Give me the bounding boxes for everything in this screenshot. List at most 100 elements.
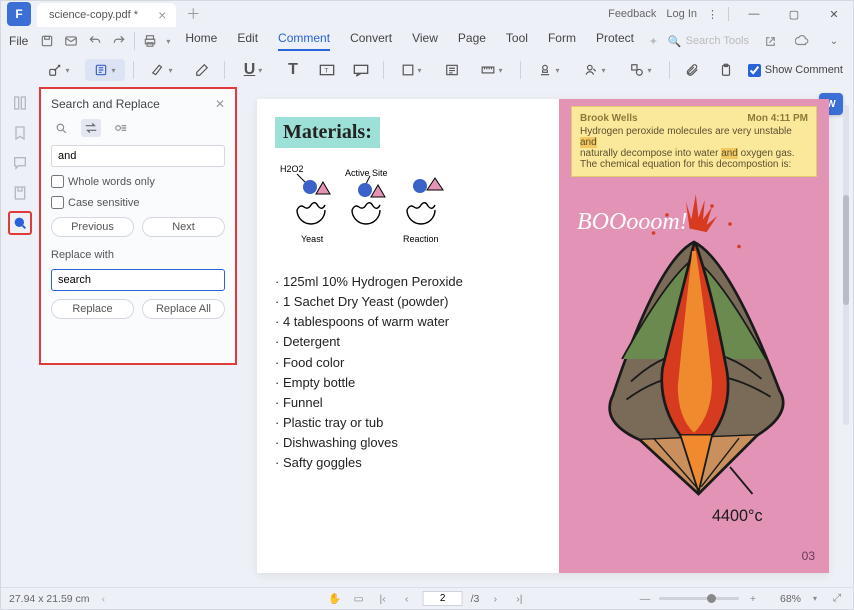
select-tool-icon[interactable]: ▭ (351, 593, 367, 605)
menu-edit[interactable]: Edit (237, 31, 258, 51)
page-right: Brook Wells Mon 4:11 PM Hydrogen peroxid… (559, 99, 829, 573)
mode-search-icon[interactable] (51, 119, 71, 137)
prev-page-icon[interactable]: ‹ (399, 593, 415, 605)
zoom-dropdown-icon[interactable]: ▾ (807, 594, 823, 603)
close-tab-icon[interactable]: × (158, 8, 166, 22)
print-dropdown-icon[interactable]: ▾ (163, 30, 173, 52)
kebab-icon[interactable]: ⋮ (707, 8, 718, 21)
menu-form[interactable]: Form (548, 31, 576, 51)
fit-width-icon[interactable]: ⤢ (829, 592, 845, 605)
case-sensitive-checkbox[interactable] (51, 196, 64, 209)
menu-protect[interactable]: Protect (596, 31, 634, 51)
zoom-thumb[interactable] (707, 594, 716, 603)
list-item: · 4 tablespoons of warm water (275, 312, 545, 332)
tool-text[interactable]: T (279, 59, 307, 81)
replace-all-button[interactable]: Replace All (142, 299, 225, 319)
tool-attach[interactable] (678, 59, 706, 81)
main-area: Search and Replace ✕ Whole words only Ca… (1, 85, 853, 587)
zoom-slider[interactable] (659, 597, 739, 600)
add-tab-icon[interactable]: ＋ (186, 4, 200, 24)
feedback-link[interactable]: Feedback (608, 8, 656, 20)
canvas-wrap: W Materials: H2O2 Yeast (237, 85, 853, 587)
menu-convert[interactable]: Convert (350, 31, 392, 51)
tool-sign[interactable]: ▾ (575, 59, 615, 81)
search-replace-panel: Search and Replace ✕ Whole words only Ca… (39, 87, 237, 365)
menu-home[interactable]: Home (185, 31, 217, 51)
rail-comments-icon[interactable] (8, 151, 32, 175)
status-bar: 27.94 x 21.59 cm ‹ ✋ ▭ |‹ ‹ /3 › ›| — + … (1, 587, 853, 609)
cloud-icon[interactable] (791, 30, 813, 52)
menu-view[interactable]: View (412, 31, 438, 51)
list-item: · Empty bottle (275, 373, 545, 393)
menu-page[interactable]: Page (458, 31, 486, 51)
save-icon[interactable] (36, 30, 58, 52)
svg-text:Yeast: Yeast (301, 234, 324, 244)
panel-close-icon[interactable]: ✕ (215, 97, 225, 111)
find-input[interactable] (51, 145, 225, 167)
scrollbar[interactable] (843, 105, 849, 425)
menubar: File ▾ Home Edit Comment Convert View Page Too… (1, 27, 853, 55)
mode-replace-icon[interactable] (81, 119, 101, 137)
close-window-icon[interactable]: ✕ (819, 3, 849, 25)
whole-words-checkbox[interactable] (51, 175, 64, 188)
replace-input[interactable] (51, 269, 225, 291)
whole-words-label: Whole words only (68, 176, 155, 188)
tool-underline[interactable]: U▾ (233, 59, 273, 81)
label-h2o2: H2O2 (280, 164, 304, 174)
tool-shapes2[interactable]: ▾ (621, 59, 661, 81)
tool-callout[interactable] (347, 59, 375, 81)
hand-tool-icon[interactable]: ✋ (327, 592, 343, 605)
chevron-left-icon[interactable]: ‹ (102, 593, 106, 605)
previous-button[interactable]: Previous (51, 217, 134, 237)
tool-clipboard[interactable] (712, 59, 740, 81)
tool-highlight[interactable]: ▾ (142, 59, 182, 81)
scroll-thumb[interactable] (843, 195, 849, 305)
share-link-icon[interactable] (759, 30, 781, 52)
undo-icon[interactable] (84, 30, 106, 52)
tool-note[interactable]: ▾ (85, 59, 125, 81)
page-number: 03 (802, 549, 815, 563)
tool-cursor[interactable]: ▾ (39, 59, 79, 81)
zoom-out-icon[interactable]: — (637, 593, 653, 605)
tool-measure[interactable]: ▾ (472, 59, 512, 81)
mode-advanced-icon[interactable] (111, 119, 131, 137)
next-button[interactable]: Next (142, 217, 225, 237)
menu-tool[interactable]: Tool (506, 31, 528, 51)
search-tools-input[interactable]: Search Tools (686, 35, 749, 47)
document-canvas[interactable]: Materials: H2O2 Yeast Active Site (257, 99, 829, 573)
tool-eraser[interactable] (188, 59, 216, 81)
list-item: · Plastic tray or tub (275, 413, 545, 433)
replace-button[interactable]: Replace (51, 299, 134, 319)
menu-comment[interactable]: Comment (278, 31, 330, 51)
zoom-in-icon[interactable]: + (745, 593, 761, 605)
rail-attachments-icon[interactable] (8, 181, 32, 205)
sticky-note[interactable]: Brook Wells Mon 4:11 PM Hydrogen peroxid… (571, 106, 817, 177)
maximize-icon[interactable]: ▢ (779, 3, 809, 25)
print-icon[interactable] (139, 30, 161, 52)
page-input[interactable] (423, 591, 463, 606)
document-tab[interactable]: science-copy.pdf * × (37, 3, 176, 27)
tool-textbox[interactable]: T (313, 59, 341, 81)
last-page-icon[interactable]: ›| (511, 593, 527, 605)
next-page-icon[interactable]: › (487, 593, 503, 605)
first-page-icon[interactable]: |‹ (375, 593, 391, 605)
sticky-time: Mon 4:11 PM (747, 113, 808, 124)
file-menu[interactable]: File (9, 34, 28, 48)
reaction-diagram: H2O2 Yeast Active Site (275, 160, 545, 252)
rail-thumbnails-icon[interactable] (8, 91, 32, 115)
minimize-icon[interactable]: — (739, 3, 769, 25)
rail-bookmarks-icon[interactable] (8, 121, 32, 145)
magic-wand-icon[interactable]: ✦ (649, 35, 658, 48)
show-comment-checkbox[interactable] (748, 64, 761, 77)
tool-stamp[interactable]: ▾ (529, 59, 569, 81)
search-tools-icon: 🔍 (668, 35, 682, 48)
login-link[interactable]: Log In (666, 8, 697, 20)
chevron-down-icon[interactable]: ⌄ (823, 30, 845, 52)
list-item: · Funnel (275, 393, 545, 413)
tool-shape[interactable]: ▾ (392, 59, 432, 81)
tab-title: science-copy.pdf * (49, 9, 138, 21)
mail-icon[interactable] (60, 30, 82, 52)
rail-search-icon[interactable] (8, 211, 32, 235)
tool-list[interactable] (438, 59, 466, 81)
redo-icon[interactable] (108, 30, 130, 52)
